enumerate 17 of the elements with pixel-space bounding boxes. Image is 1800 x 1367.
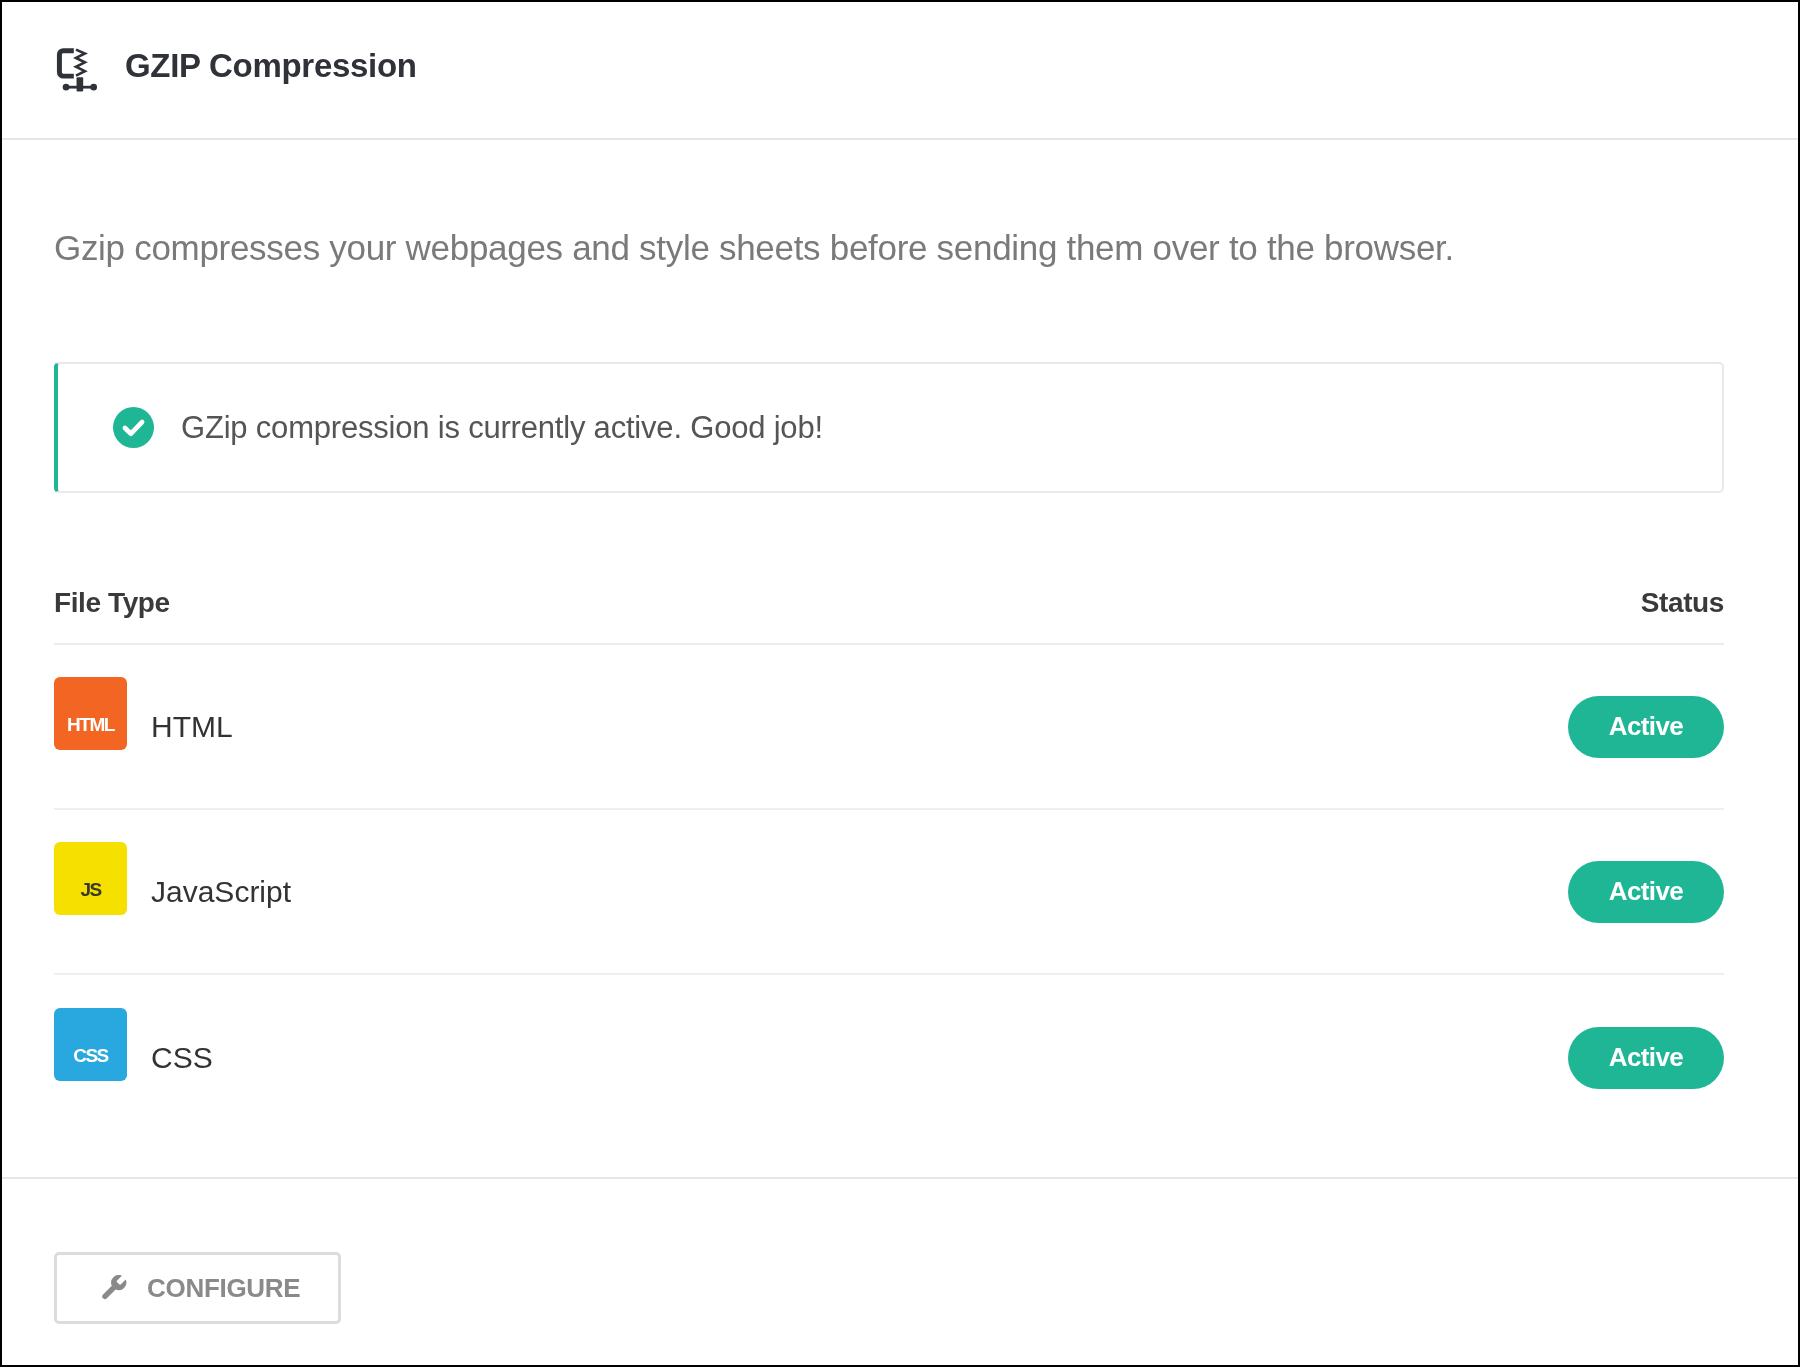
check-circle-icon <box>113 407 154 448</box>
file-type-name: JavaScript <box>151 874 292 909</box>
file-type-name: HTML <box>151 709 233 744</box>
file-type-name: CSS <box>151 1040 213 1075</box>
notice-text: GZip compression is currently active. Good job! <box>181 409 823 446</box>
file-type-logo: JS <box>54 842 127 915</box>
page-title: GZIP Compression <box>125 47 417 85</box>
status-badge: Active <box>1568 695 1724 758</box>
column-header: File Type <box>54 586 170 620</box>
status-badge: Active <box>1568 1026 1724 1089</box>
file-type-logo: CSS <box>54 1008 127 1081</box>
wrench-icon <box>101 1275 127 1301</box>
description-text: Gzip compresses your webpages and style sheets before sending them over to the browser. <box>54 228 1455 268</box>
file-type-logo: HTML <box>54 677 127 750</box>
status-badge: Active <box>1568 860 1724 923</box>
configure-button[interactable]: CONFIGURE <box>54 1252 341 1324</box>
column-header: Status <box>1640 586 1724 620</box>
